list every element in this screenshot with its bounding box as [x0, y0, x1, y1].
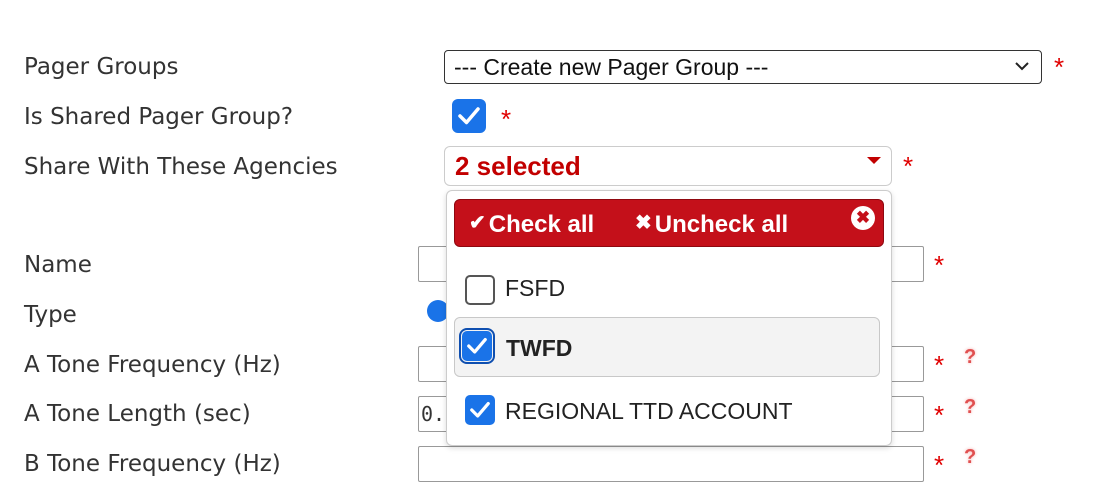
- help-icon[interactable]: ?: [964, 396, 976, 419]
- shared-pager-group-checkbox[interactable]: [452, 99, 486, 133]
- option-regional-ttd-account[interactable]: REGIONAL TTD ACCOUNT: [454, 379, 880, 439]
- multiselect-header: ✔ Check all ✖ Uncheck all ✖: [454, 199, 884, 247]
- option-checkbox[interactable]: [459, 328, 495, 364]
- check-all-button[interactable]: ✔ Check all: [469, 210, 594, 239]
- required-marker: *: [934, 400, 945, 430]
- option-label: TWFD: [506, 335, 573, 361]
- close-circle-icon[interactable]: ✖: [851, 206, 875, 230]
- option-checkbox[interactable]: [465, 275, 495, 305]
- a-tone-length-label: A Tone Length (sec): [24, 401, 251, 427]
- multiselect-menu: ✔ Check all ✖ Uncheck all ✖ FSFD TWFD REGI…: [446, 190, 892, 446]
- pager-groups-select-value: --- Create new Pager Group ---: [454, 54, 769, 80]
- uncheck-all-label: Uncheck all: [654, 211, 789, 238]
- dropdown-triangle-icon: [867, 157, 881, 164]
- option-label: FSFD: [505, 275, 566, 301]
- help-icon[interactable]: ?: [964, 346, 976, 369]
- chevron-down-icon: [1015, 62, 1029, 71]
- help-icon[interactable]: ?: [964, 446, 976, 469]
- checkmark-icon: [467, 337, 487, 354]
- share-with-agencies-label: Share With These Agencies: [24, 154, 338, 180]
- checkmark-icon: ✔: [469, 212, 486, 234]
- option-label: REGIONAL TTD ACCOUNT: [505, 398, 793, 424]
- type-label: Type: [24, 302, 77, 328]
- uncheck-all-button[interactable]: ✖ Uncheck all: [635, 210, 788, 239]
- required-marker: *: [934, 450, 945, 480]
- b-tone-frequency-label: B Tone Frequency (Hz): [24, 451, 281, 477]
- required-marker: *: [934, 250, 945, 280]
- shared-pager-group-label: Is Shared Pager Group?: [24, 104, 294, 130]
- option-twfd[interactable]: TWFD: [454, 317, 880, 377]
- required-marker: *: [903, 151, 914, 181]
- share-with-agencies-multiselect[interactable]: 2 selected: [444, 146, 892, 186]
- checkmark-icon: [470, 401, 490, 418]
- pager-groups-select[interactable]: --- Create new Pager Group ---: [444, 50, 1042, 84]
- option-fsfd[interactable]: FSFD: [454, 257, 880, 317]
- required-marker: *: [501, 104, 512, 134]
- multiselect-summary: 2 selected: [455, 151, 581, 181]
- a-tone-frequency-label: A Tone Frequency (Hz): [24, 352, 281, 378]
- b-tone-frequency-input[interactable]: [418, 446, 924, 482]
- checkmark-icon: [458, 107, 480, 125]
- check-all-label: Check all: [488, 211, 595, 238]
- a-tone-length-value: 0.: [421, 402, 446, 426]
- x-icon: ✖: [635, 212, 652, 234]
- required-marker: *: [934, 350, 945, 380]
- required-marker: *: [1054, 52, 1065, 82]
- pager-groups-label: Pager Groups: [24, 54, 179, 80]
- name-label: Name: [24, 252, 92, 278]
- option-checkbox[interactable]: [465, 395, 495, 425]
